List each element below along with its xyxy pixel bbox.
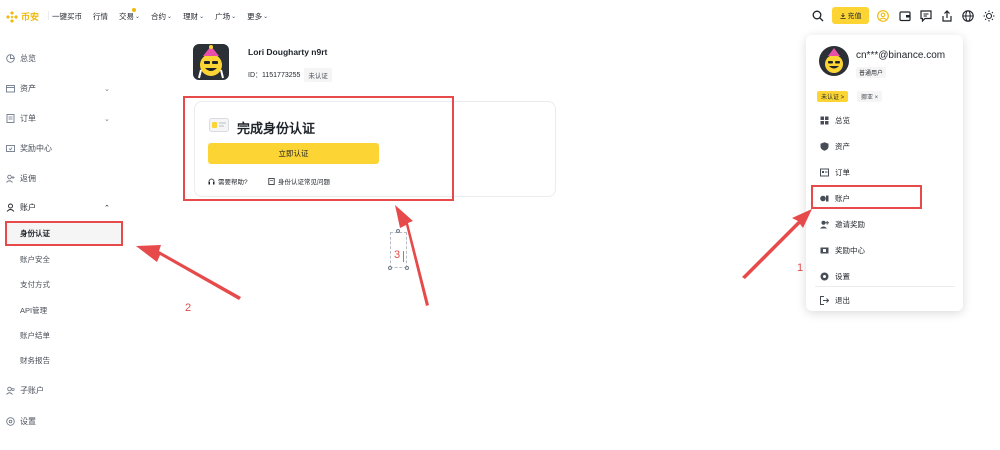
dropdown-item-settings[interactable]: 设置 [820, 271, 850, 282]
chevron-down-icon: ⌄ [104, 85, 110, 93]
dashboard-icon [6, 54, 15, 63]
status-badge[interactable]: 未认证 [304, 68, 332, 82]
reward-icon [6, 145, 15, 152]
nav-item-earn[interactable]: 理财 ⌄ [183, 11, 204, 22]
order-icon [6, 114, 15, 123]
sidebar-item-orders[interactable]: 订单 ⌄ [6, 113, 122, 124]
sidebar-item-subaccount[interactable]: 子账户 [6, 385, 44, 396]
referral-icon [6, 174, 15, 183]
binance-logo-icon [6, 10, 18, 23]
logout-icon [820, 296, 829, 305]
profile-id-value: 1151773255 [262, 71, 301, 79]
deposit-label: 充值 [847, 12, 862, 20]
dropdown-item-rewards[interactable]: 奖励中心 [820, 245, 865, 256]
chevron-down-icon: ⌄ [167, 14, 173, 20]
upload-icon[interactable] [940, 9, 954, 23]
main-nav: 一键买币 行情 交易 ⌄ 合约 ⌄ 理财 ⌄ 广场 ⌄ 更多 ⌄ [52, 8, 279, 22]
profile-username: Lori Dougharty n9rt [248, 47, 328, 57]
annotation-box-sidebar [5, 221, 123, 246]
sidebar-item-overview[interactable]: 总览 [6, 53, 36, 64]
nav-item-trade[interactable]: 交易 ⌄ [119, 8, 141, 22]
sidebar-item-account[interactable]: 账户 ⌃ [6, 202, 122, 213]
nav-item-more[interactable]: 更多 ⌄ [247, 11, 268, 22]
sidebar-item-rewards[interactable]: 奖励中心 [6, 143, 52, 154]
wallet-icon[interactable] [898, 9, 912, 23]
reward-icon [820, 247, 829, 254]
settings-icon [6, 417, 15, 426]
unverified-badge[interactable]: 未认证 > [817, 91, 849, 102]
shield-icon [820, 142, 829, 151]
annotation-box-verify-card [183, 96, 454, 201]
annotation-box-dropdown-account [811, 185, 922, 209]
text-cursor [403, 251, 404, 262]
chevron-up-icon: ⌃ [104, 204, 110, 212]
dropdown-item-overview[interactable]: 总览 [820, 115, 850, 126]
search-icon[interactable] [811, 9, 825, 23]
annotation-number-3: 3 [394, 249, 401, 261]
nav-item-buy-crypto[interactable]: 一键买币 [52, 11, 82, 22]
dashboard-icon [820, 116, 829, 125]
message-icon[interactable] [919, 9, 933, 23]
chevron-down-icon: ⌄ [263, 14, 269, 20]
resize-handle [388, 266, 392, 270]
nav-divider [48, 11, 49, 20]
wallet-icon [6, 85, 15, 93]
notification-dot [132, 8, 137, 12]
deposit-button[interactable]: 充值 [832, 7, 869, 24]
annotation-arrow-2 [136, 245, 241, 300]
user-icon[interactable] [876, 9, 890, 23]
annotation-number-2: 2 [185, 302, 192, 314]
tag-badge[interactable]: 挪亚 × [857, 91, 883, 102]
invite-icon [820, 220, 829, 229]
nav-item-square[interactable]: 广场 ⌄ [215, 11, 236, 22]
sidebar-item-referral[interactable]: 返佣 [6, 173, 36, 184]
download-icon [839, 12, 846, 19]
chevron-down-icon: ⌄ [135, 14, 141, 20]
nav-item-futures[interactable]: 合约 ⌄ [151, 11, 172, 22]
chevron-down-icon: ⌄ [104, 115, 110, 123]
avatar[interactable] [193, 44, 229, 80]
sidebar-item-settings[interactable]: 设置 [6, 416, 36, 427]
dropdown-divider [815, 286, 955, 287]
sidebar-sub-financial-report[interactable]: 财务报告 [20, 355, 50, 366]
dropdown-email: cn***@binance.com [856, 50, 946, 61]
settings-icon [820, 272, 829, 281]
annotation-number-1: 1 [797, 262, 804, 274]
sidebar-sub-account-security[interactable]: 账户安全 [20, 254, 50, 265]
dropdown-item-orders[interactable]: 订单 [820, 167, 850, 178]
chevron-down-icon: ⌄ [199, 14, 205, 20]
profile-id-row: ID： 1151773255 未认证 [248, 68, 332, 82]
sun-icon[interactable] [982, 9, 996, 23]
globe-icon[interactable] [961, 9, 975, 23]
brand-logo[interactable]: 币安 [6, 10, 39, 23]
resize-handle [396, 229, 400, 233]
avatar-image [193, 44, 229, 80]
chevron-down-icon: ⌄ [231, 14, 237, 20]
order-icon [820, 168, 829, 177]
dropdown-user-type: 普通用户 [856, 67, 887, 78]
dropdown-avatar [819, 46, 849, 76]
dropdown-item-logout[interactable]: 退出 [820, 295, 850, 306]
resize-handle [405, 266, 409, 270]
sidebar-item-assets[interactable]: 资产 ⌄ [6, 83, 122, 94]
dropdown-item-invite[interactable]: 邀请奖励 [820, 219, 865, 230]
subaccount-icon [6, 386, 15, 395]
profile-id-label: ID： [248, 72, 262, 79]
brand-name: 币安 [21, 12, 40, 22]
nav-item-markets[interactable]: 行情 [93, 11, 108, 22]
sidebar-sub-payment-methods[interactable]: 支付方式 [20, 279, 50, 290]
user-icon [6, 203, 15, 212]
sidebar-sub-account-statement[interactable]: 账户结单 [20, 330, 50, 341]
sidebar-sub-api-management[interactable]: API管理 [20, 305, 47, 316]
dropdown-item-assets[interactable]: 资产 [820, 141, 850, 152]
